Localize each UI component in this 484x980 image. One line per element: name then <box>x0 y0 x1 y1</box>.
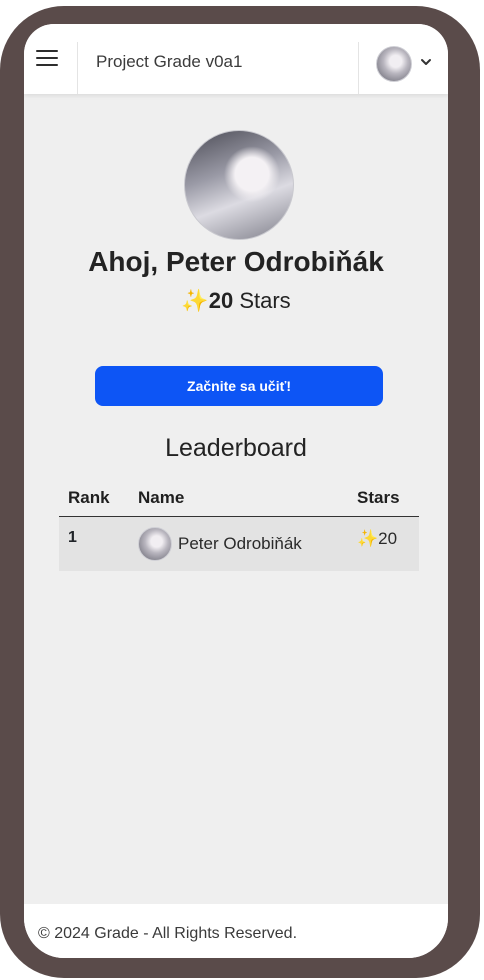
sparkles-icon: ✨ <box>357 529 379 548</box>
column-header-rank: Rank <box>68 488 110 507</box>
footer: © 2024 Grade - All Rights Reserved. <box>24 904 448 958</box>
app-brand[interactable]: Project Grade v0a1 <box>96 52 242 72</box>
start-learning-button[interactable]: Začnite sa učiť! <box>95 366 383 406</box>
table-header: Rank Name Stars <box>59 479 419 517</box>
stars-label: Stars <box>239 288 291 313</box>
stars-count: 20 <box>208 288 234 313</box>
row-stars: ✨20 <box>357 529 397 549</box>
navbar-divider <box>358 42 359 94</box>
device-frame: Project Grade v0a1 Ahoj, Peter Odrobiňák… <box>0 6 480 978</box>
row-name: Peter Odrobiňák <box>178 534 302 553</box>
row-rank: 1 <box>68 529 77 546</box>
chevron-down-icon <box>421 59 431 65</box>
row-stars-value: 20 <box>378 529 398 548</box>
copyright-text: © 2024 Grade - All Rights Reserved. <box>38 925 298 942</box>
table-row: 1 Peter Odrobiňák ✨20 <box>59 517 419 571</box>
leaderboard-title: Leaderboard <box>165 434 307 462</box>
column-header-name: Name <box>138 488 185 507</box>
user-stars: ✨20 Stars <box>24 288 448 314</box>
sparkles-icon: ✨ <box>181 288 209 313</box>
hamburger-icon[interactable] <box>36 50 58 66</box>
greeting-heading: Ahoj, Peter Odrobiňák <box>88 246 384 277</box>
leaderboard-table: Rank Name Stars 1 Peter Odrobiňák ✨20 <box>59 479 419 571</box>
profile-avatar <box>184 130 294 240</box>
app-screen: Project Grade v0a1 Ahoj, Peter Odrobiňák… <box>24 24 448 958</box>
user-menu-toggle[interactable] <box>376 44 438 82</box>
navbar-divider <box>77 42 78 94</box>
column-header-stars: Stars <box>357 488 400 507</box>
avatar <box>138 527 172 561</box>
avatar <box>376 46 412 82</box>
top-navbar: Project Grade v0a1 <box>24 24 448 94</box>
